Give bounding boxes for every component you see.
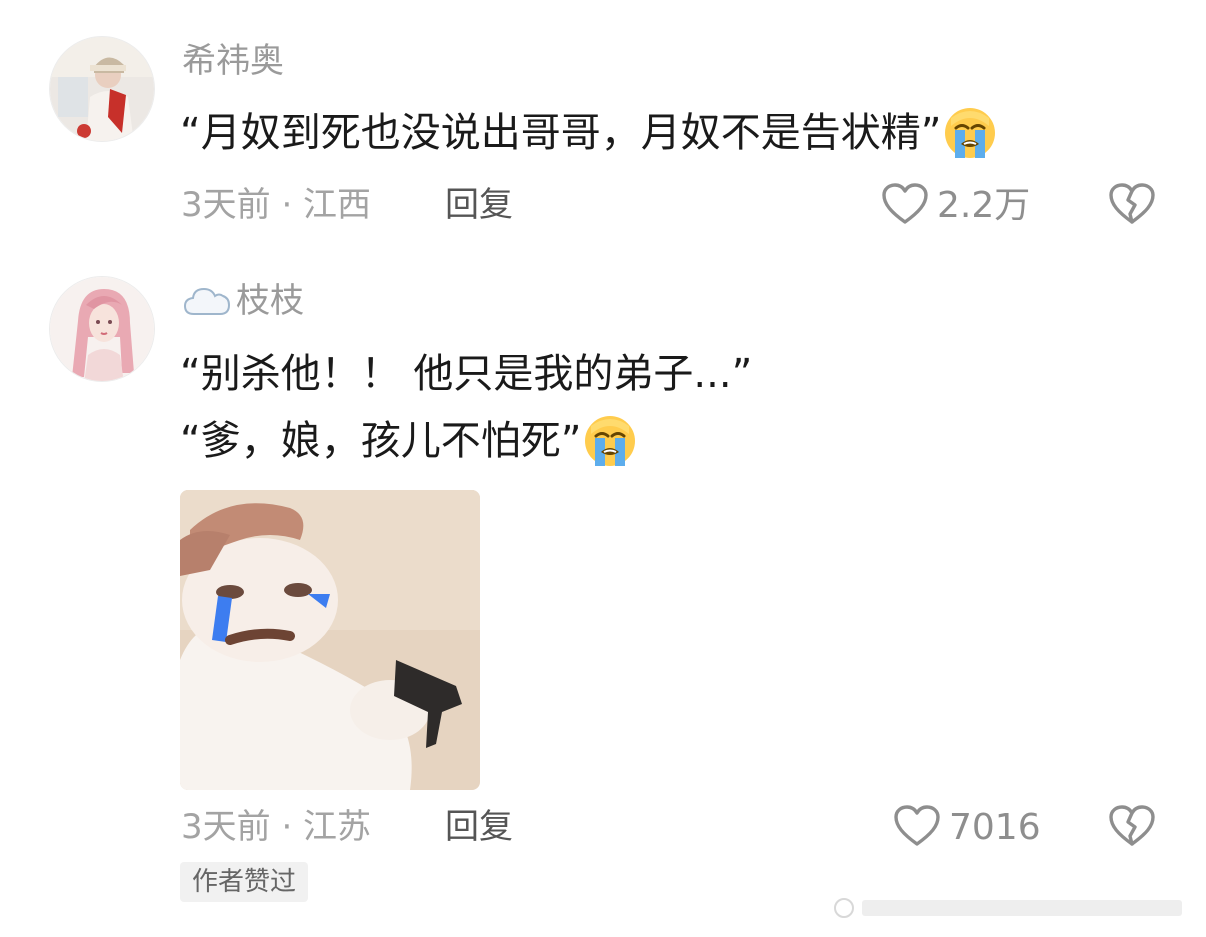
comment-username-text: 枝枝 — [236, 281, 304, 321]
comment-time-location: 3天前 · 江苏 — [181, 807, 372, 847]
comment-username[interactable]: 枝枝 — [182, 281, 304, 321]
comment-text-line: “爹，娘，孩儿不怕死” — [180, 418, 582, 464]
like-count: 7016 — [949, 807, 1041, 848]
heart-icon — [881, 182, 929, 230]
comment-item: 希祎奥 “月奴到死也没说出哥哥，月奴不是告状精” 3天前 · 江西 回复 2.2… — [0, 0, 1206, 240]
like-button[interactable]: 7016 — [893, 804, 1041, 852]
like-count: 2.2万 — [937, 185, 1031, 226]
comment-text-line: “月奴到死也没说出哥哥，月奴不是告状精” — [180, 110, 942, 156]
comment-text: “别杀他！！ 他只是我的弟子...” — [180, 349, 752, 399]
heart-icon — [893, 804, 941, 852]
avatar[interactable] — [49, 276, 155, 382]
watermark — [832, 895, 1192, 927]
avatar[interactable] — [49, 36, 155, 142]
loudly-crying-face-icon — [583, 414, 637, 468]
comment-list: 希祎奥 “月奴到死也没说出哥哥，月奴不是告状精” 3天前 · 江西 回复 2.2… — [0, 0, 1206, 937]
like-button[interactable]: 2.2万 — [881, 182, 1030, 230]
comment-text: “月奴到死也没说出哥哥，月奴不是告状精” — [180, 106, 997, 160]
comment-text-line: “别杀他！！ 他只是我的弟子...” — [180, 351, 753, 397]
broken-heart-icon[interactable] — [1108, 182, 1156, 230]
author-liked-badge: 作者赞过 — [180, 862, 309, 902]
comment-time-location: 3天前 · 江西 — [181, 185, 372, 225]
comment-text: “爹，娘，孩儿不怕死” — [180, 414, 637, 468]
crying-cat-with-gun-sticker[interactable] — [180, 490, 480, 790]
loudly-crying-face-icon — [943, 106, 997, 160]
comment-item: 枝枝 “别杀他！！ 他只是我的弟子...” “爹，娘，孩儿不怕死” 3天前 · … — [0, 240, 1206, 937]
reply-button[interactable]: 回复 — [445, 185, 513, 225]
reply-button[interactable]: 回复 — [445, 807, 513, 847]
cloud-icon — [182, 284, 232, 318]
broken-heart-icon[interactable] — [1108, 804, 1156, 852]
comment-username[interactable]: 希祎奥 — [182, 41, 284, 81]
